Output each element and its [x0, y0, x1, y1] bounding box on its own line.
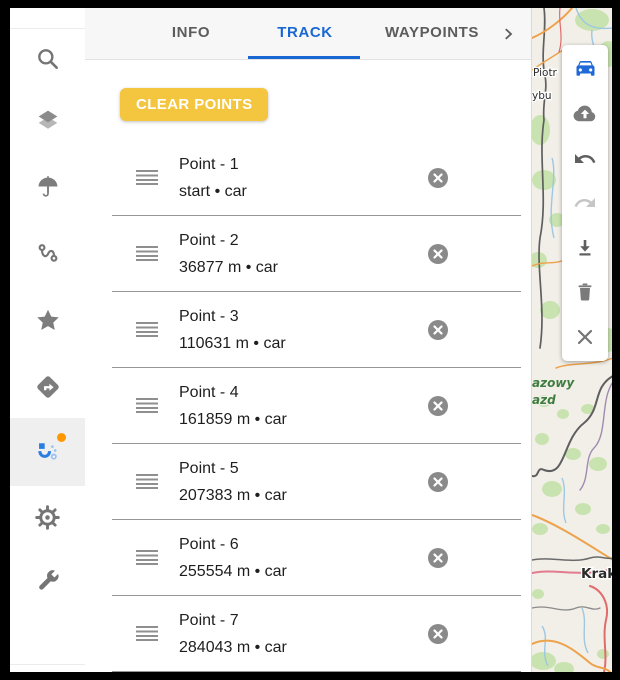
active-tab-indicator — [248, 56, 360, 59]
star-icon — [34, 306, 62, 334]
delete-point-button[interactable] — [428, 472, 448, 492]
download-icon — [573, 236, 597, 260]
delete-track-button[interactable] — [565, 272, 605, 312]
search-icon — [35, 46, 61, 72]
drag-handle-icon[interactable] — [136, 398, 158, 413]
drag-handle-icon[interactable] — [136, 626, 158, 641]
point-row-3[interactable]: Point - 3 110631 m • car — [112, 292, 521, 368]
sidebar-item-settings[interactable] — [10, 489, 85, 545]
delete-point-button[interactable] — [428, 168, 448, 188]
sidebar-divider — [10, 664, 85, 665]
drag-handle-icon[interactable] — [136, 474, 158, 489]
map-label: Krak — [581, 566, 612, 582]
undo-button[interactable] — [565, 139, 605, 179]
tab-waypoints[interactable]: WAYPOINTS — [380, 8, 484, 57]
route-icon — [35, 240, 61, 266]
map-label: ybu — [532, 90, 552, 102]
point-subtitle: 207383 m • car — [179, 482, 287, 509]
sidebar-item-weather[interactable] — [10, 159, 85, 215]
drag-handle-icon[interactable] — [136, 322, 158, 337]
map-label: azowy — [532, 376, 575, 390]
point-subtitle: 110631 m • car — [179, 330, 286, 357]
sidebar-item-tracks[interactable] — [10, 225, 85, 281]
umbrella-icon — [35, 174, 61, 200]
close-icon — [433, 629, 443, 639]
tab-track[interactable]: TRACK — [273, 8, 337, 57]
upload-track-button[interactable] — [565, 94, 605, 134]
settings-icon — [34, 504, 61, 531]
redo-button[interactable] — [565, 183, 605, 223]
sidebar-item-track-editor[interactable] — [10, 418, 85, 486]
point-list: Point - 1 start • car Point - 2 36877 m … — [112, 140, 521, 672]
trash-icon — [573, 280, 597, 304]
sidebar — [10, 8, 86, 672]
tab-info[interactable]: INFO — [160, 8, 222, 57]
sidebar-item-directions[interactable] — [10, 359, 85, 415]
delete-point-button[interactable] — [428, 320, 448, 340]
point-subtitle: 36877 m • car — [179, 254, 278, 281]
clear-points-button[interactable]: CLEAR POINTS — [120, 88, 268, 121]
close-toolbar-button[interactable] — [565, 317, 605, 357]
delete-point-button[interactable] — [428, 548, 448, 568]
map-label: Piotr — [533, 67, 558, 79]
map-label: azd — [532, 393, 556, 407]
sidebar-item-layers[interactable] — [10, 92, 85, 148]
cloud-upload-icon — [571, 100, 599, 128]
track-panel: CLEAR POINTS Point - 1 start • car — [85, 60, 531, 672]
notification-dot — [57, 433, 66, 442]
delete-point-button[interactable] — [428, 396, 448, 416]
app-window: INFO TRACK WAYPOINTS CLEAR POINTS Point … — [10, 8, 612, 672]
point-row-7[interactable]: Point - 7 284043 m • car — [112, 596, 521, 672]
tools-icon — [34, 567, 61, 594]
close-icon — [433, 249, 443, 259]
undo-icon — [573, 147, 597, 171]
close-icon — [573, 325, 597, 349]
point-row-2[interactable]: Point - 2 36877 m • car — [112, 216, 521, 292]
point-row-1[interactable]: Point - 1 start • car — [112, 140, 521, 216]
point-title: Point - 1 — [179, 151, 247, 178]
drag-handle-icon[interactable] — [136, 246, 158, 261]
point-subtitle: start • car — [179, 178, 247, 205]
point-title: Point - 4 — [179, 379, 287, 406]
point-subtitle: 255554 m • car — [179, 558, 287, 585]
point-title: Point - 3 — [179, 303, 286, 330]
close-icon — [433, 401, 443, 411]
point-title: Point - 7 — [179, 607, 287, 634]
point-row-6[interactable]: Point - 6 255554 m • car — [112, 520, 521, 596]
chevron-right-icon — [499, 25, 517, 43]
sidebar-item-search[interactable] — [10, 31, 85, 87]
panel-tab-bar: INFO TRACK WAYPOINTS — [85, 8, 531, 60]
point-row-4[interactable]: Point - 4 161859 m • car — [112, 368, 521, 444]
point-title: Point - 6 — [179, 531, 287, 558]
routing-mode-car-button[interactable] — [565, 50, 605, 90]
download-track-button[interactable] — [565, 228, 605, 268]
sidebar-item-bookmarks[interactable] — [10, 292, 85, 348]
drag-handle-icon[interactable] — [136, 170, 158, 185]
point-title: Point - 2 — [179, 227, 278, 254]
car-icon — [572, 56, 599, 83]
layers-icon — [34, 106, 62, 134]
directions-icon — [34, 373, 62, 401]
redo-icon — [573, 191, 597, 215]
close-icon — [433, 553, 443, 563]
close-icon — [433, 173, 443, 183]
point-row-5[interactable]: Point - 5 207383 m • car — [112, 444, 521, 520]
sidebar-item-tools[interactable] — [10, 552, 85, 608]
sidebar-divider — [10, 28, 85, 29]
close-icon — [433, 477, 443, 487]
track-edit-toolbar — [562, 45, 608, 361]
point-subtitle: 161859 m • car — [179, 406, 287, 433]
track-editor-icon — [34, 439, 61, 466]
delete-point-button[interactable] — [428, 624, 448, 644]
delete-point-button[interactable] — [428, 244, 448, 264]
more-tabs-button[interactable] — [497, 23, 519, 45]
close-icon — [433, 325, 443, 335]
point-title: Point - 5 — [179, 455, 287, 482]
drag-handle-icon[interactable] — [136, 550, 158, 565]
point-subtitle: 284043 m • car — [179, 634, 287, 661]
